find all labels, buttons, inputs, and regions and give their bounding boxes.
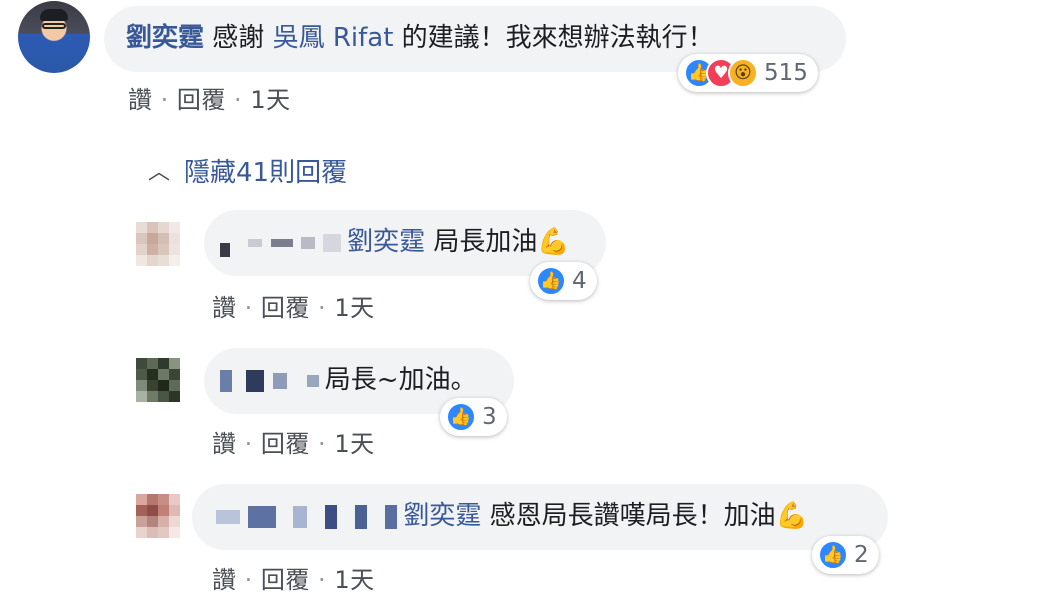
reply-timestamp[interactable]: 1天: [334, 566, 374, 594]
reaction-count: 2: [854, 542, 869, 568]
reply-avatar-blurred[interactable]: [136, 358, 180, 402]
like-icon: 👍: [818, 540, 848, 570]
reply-actions: 讚 · 回覆 · 1天: [212, 560, 375, 595]
reaction-count: 515: [764, 60, 808, 86]
reply-timestamp[interactable]: 1天: [334, 430, 374, 458]
reply-button[interactable]: 回覆: [261, 294, 310, 322]
hide-replies-toggle[interactable]: ︿ 隱藏41則回覆: [148, 152, 347, 189]
like-button[interactable]: 讚: [212, 294, 237, 322]
avatar-hair: [40, 9, 68, 21]
separator-dot: ·: [244, 566, 261, 594]
separator-dot: ·: [160, 86, 177, 114]
like-button[interactable]: 讚: [212, 566, 237, 594]
separator-dot: ·: [244, 294, 261, 322]
reply-button[interactable]: 回覆: [177, 86, 226, 114]
reply-bubble: 劉奕霆 感恩局長讚嘆局長！加油💪: [192, 484, 888, 550]
blurred-author-name[interactable]: [216, 502, 398, 532]
separator-dot: ·: [318, 430, 335, 458]
main-comment-reactions[interactable]: 👍 ♥ 😮 515: [678, 54, 818, 92]
blurred-author-name[interactable]: [220, 366, 319, 396]
comment-author-name[interactable]: 劉奕霆: [126, 23, 204, 53]
hide-replies-label: 隱藏41則回覆: [184, 158, 348, 188]
blurred-author-name[interactable]: [220, 228, 342, 258]
like-icon: 👍: [446, 402, 476, 432]
commenter-avatar[interactable]: [18, 1, 90, 73]
reaction-count: 3: [482, 404, 497, 430]
separator-dot: ·: [318, 566, 335, 594]
separator-dot: ·: [318, 294, 335, 322]
reply-button[interactable]: 回覆: [261, 566, 310, 594]
separator-dot: ·: [244, 430, 261, 458]
reply-text: 感恩局長讚嘆局長！加油💪: [489, 501, 808, 531]
main-comment-actions: 讚 · 回覆 · 1天: [128, 80, 291, 115]
like-button[interactable]: 讚: [128, 86, 153, 114]
reaction-count: 4: [572, 268, 587, 294]
reply-avatar-blurred[interactable]: [136, 222, 180, 266]
reply-reactions[interactable]: 👍 4: [530, 262, 597, 300]
reply-avatar-blurred[interactable]: [136, 494, 180, 538]
comment-timestamp[interactable]: 1天: [250, 86, 290, 114]
separator-dot: ·: [234, 86, 251, 114]
reply-reactions[interactable]: 👍 3: [440, 398, 507, 436]
reply-text: 局長~加油。: [324, 365, 477, 395]
comment-mention[interactable]: 吳鳳 Rifat: [273, 23, 394, 53]
like-button[interactable]: 讚: [212, 430, 237, 458]
reply-mention[interactable]: 劉奕霆: [347, 227, 425, 257]
reply-timestamp[interactable]: 1天: [334, 294, 374, 322]
reply-text: 局長加油💪: [433, 227, 570, 257]
reply-reactions[interactable]: 👍 2: [812, 536, 879, 574]
reply-mention[interactable]: 劉奕霆: [403, 501, 481, 531]
like-icon: 👍: [536, 266, 566, 296]
avatar-glasses: [42, 23, 66, 29]
comment-text-prefix: 感謝: [212, 23, 265, 53]
chevron-up-icon: ︿: [148, 160, 171, 185]
reply-actions: 讚 · 回覆 · 1天: [212, 424, 375, 459]
wow-icon: 😮: [728, 58, 758, 88]
reply-button[interactable]: 回覆: [261, 430, 310, 458]
reply-actions: 讚 · 回覆 · 1天: [212, 288, 375, 323]
comment-text-suffix: 的建議！我來想辦法執行！: [401, 23, 714, 53]
